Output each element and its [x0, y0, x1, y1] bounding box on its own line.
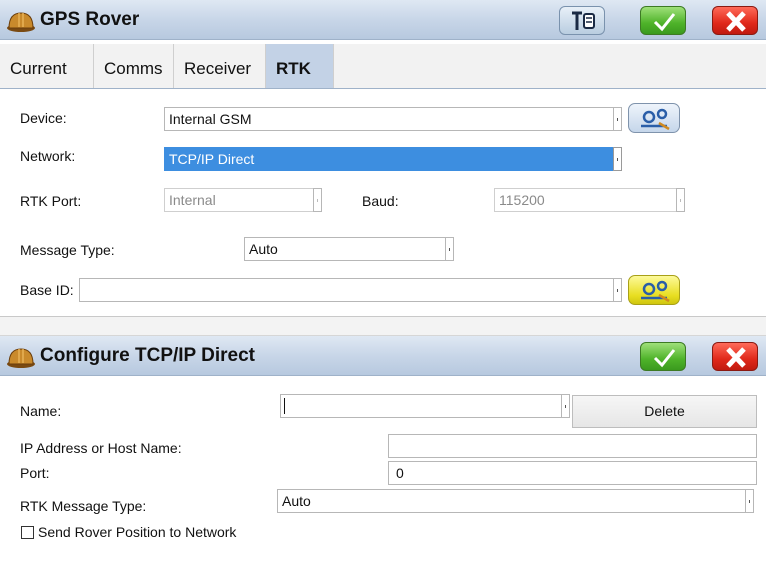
- device-select[interactable]: Internal GSM: [164, 107, 622, 131]
- rtk-message-type-select[interactable]: Auto: [277, 489, 754, 513]
- ip-address-input[interactable]: [388, 434, 757, 458]
- checkmark-icon: [653, 13, 676, 32]
- message-type-label: Message Type:: [20, 242, 115, 258]
- port-value: 0: [396, 465, 404, 481]
- network-select[interactable]: TCP/IP Direct: [164, 147, 622, 171]
- hard-hat-icon: [7, 348, 35, 368]
- message-type-value: Auto: [249, 241, 278, 257]
- hard-hat-icon: [7, 12, 35, 32]
- tab-comms[interactable]: Comms: [94, 44, 174, 88]
- rover-cancel-button[interactable]: [712, 6, 758, 35]
- window-separator: [0, 316, 766, 336]
- port-label: Port:: [20, 465, 50, 481]
- tab-receiver[interactable]: Receiver: [174, 44, 266, 88]
- base-id-settings-button[interactable]: [628, 275, 680, 305]
- network-label: Network:: [20, 148, 76, 164]
- rtk-port-value: Internal: [169, 192, 216, 208]
- base-id-select[interactable]: [79, 278, 622, 302]
- tab-rtk[interactable]: RTK: [266, 44, 334, 88]
- rtk-message-type-value: Auto: [282, 493, 311, 509]
- chevron-down-icon[interactable]: [613, 278, 622, 302]
- chevron-down-icon[interactable]: [613, 107, 622, 131]
- rover-titlebar: GPS Rover: [0, 0, 766, 40]
- chevron-down-icon: [676, 188, 685, 212]
- chevron-down-icon: [313, 188, 322, 212]
- name-select[interactable]: [280, 394, 570, 418]
- gears-settings-icon: [641, 108, 670, 131]
- ip-address-label: IP Address or Host Name:: [20, 440, 182, 456]
- rover-tabs: Current Comms Receiver RTK: [0, 44, 766, 88]
- baud-select: 115200: [494, 188, 685, 212]
- chevron-down-icon[interactable]: [561, 394, 570, 418]
- name-label: Name:: [20, 403, 62, 419]
- device-label: Device:: [20, 110, 67, 126]
- rover-ok-button[interactable]: [640, 6, 686, 35]
- rtk-port-select: Internal: [164, 188, 322, 212]
- text-caret: [284, 398, 285, 414]
- device-value: Internal GSM: [169, 111, 252, 127]
- baud-label: Baud:: [362, 193, 399, 209]
- config-titlebar: Configure TCP/IP Direct: [0, 336, 766, 376]
- base-id-label: Base ID:: [20, 282, 74, 298]
- checkmark-icon: [653, 349, 676, 368]
- chevron-down-icon[interactable]: [445, 237, 454, 261]
- network-value: TCP/IP Direct: [169, 151, 255, 167]
- antenna-config-button[interactable]: [559, 6, 605, 35]
- chevron-down-icon[interactable]: [745, 489, 754, 513]
- tabs-divider: [0, 88, 766, 89]
- close-icon: [726, 347, 746, 368]
- rtk-message-type-label: RTK Message Type:: [20, 498, 147, 514]
- config-cancel-button[interactable]: [712, 342, 758, 371]
- config-title: Configure TCP/IP Direct: [40, 345, 256, 366]
- send-position-label[interactable]: Send Rover Position to Network: [38, 524, 236, 540]
- rtk-port-label: RTK Port:: [20, 193, 82, 209]
- close-icon: [726, 11, 746, 32]
- port-input[interactable]: 0: [388, 461, 757, 485]
- device-settings-button[interactable]: [628, 103, 680, 133]
- gears-settings-icon: [641, 280, 670, 303]
- chevron-down-icon[interactable]: [613, 147, 622, 171]
- send-position-checkbox[interactable]: [21, 526, 34, 539]
- rover-title: GPS Rover: [40, 9, 140, 30]
- config-ok-button[interactable]: [640, 342, 686, 371]
- baud-value: 115200: [499, 192, 545, 208]
- tab-current[interactable]: Current: [0, 44, 94, 88]
- message-type-select[interactable]: Auto: [244, 237, 454, 261]
- delete-button[interactable]: Delete: [572, 395, 757, 428]
- antenna-config-icon: [572, 11, 595, 30]
